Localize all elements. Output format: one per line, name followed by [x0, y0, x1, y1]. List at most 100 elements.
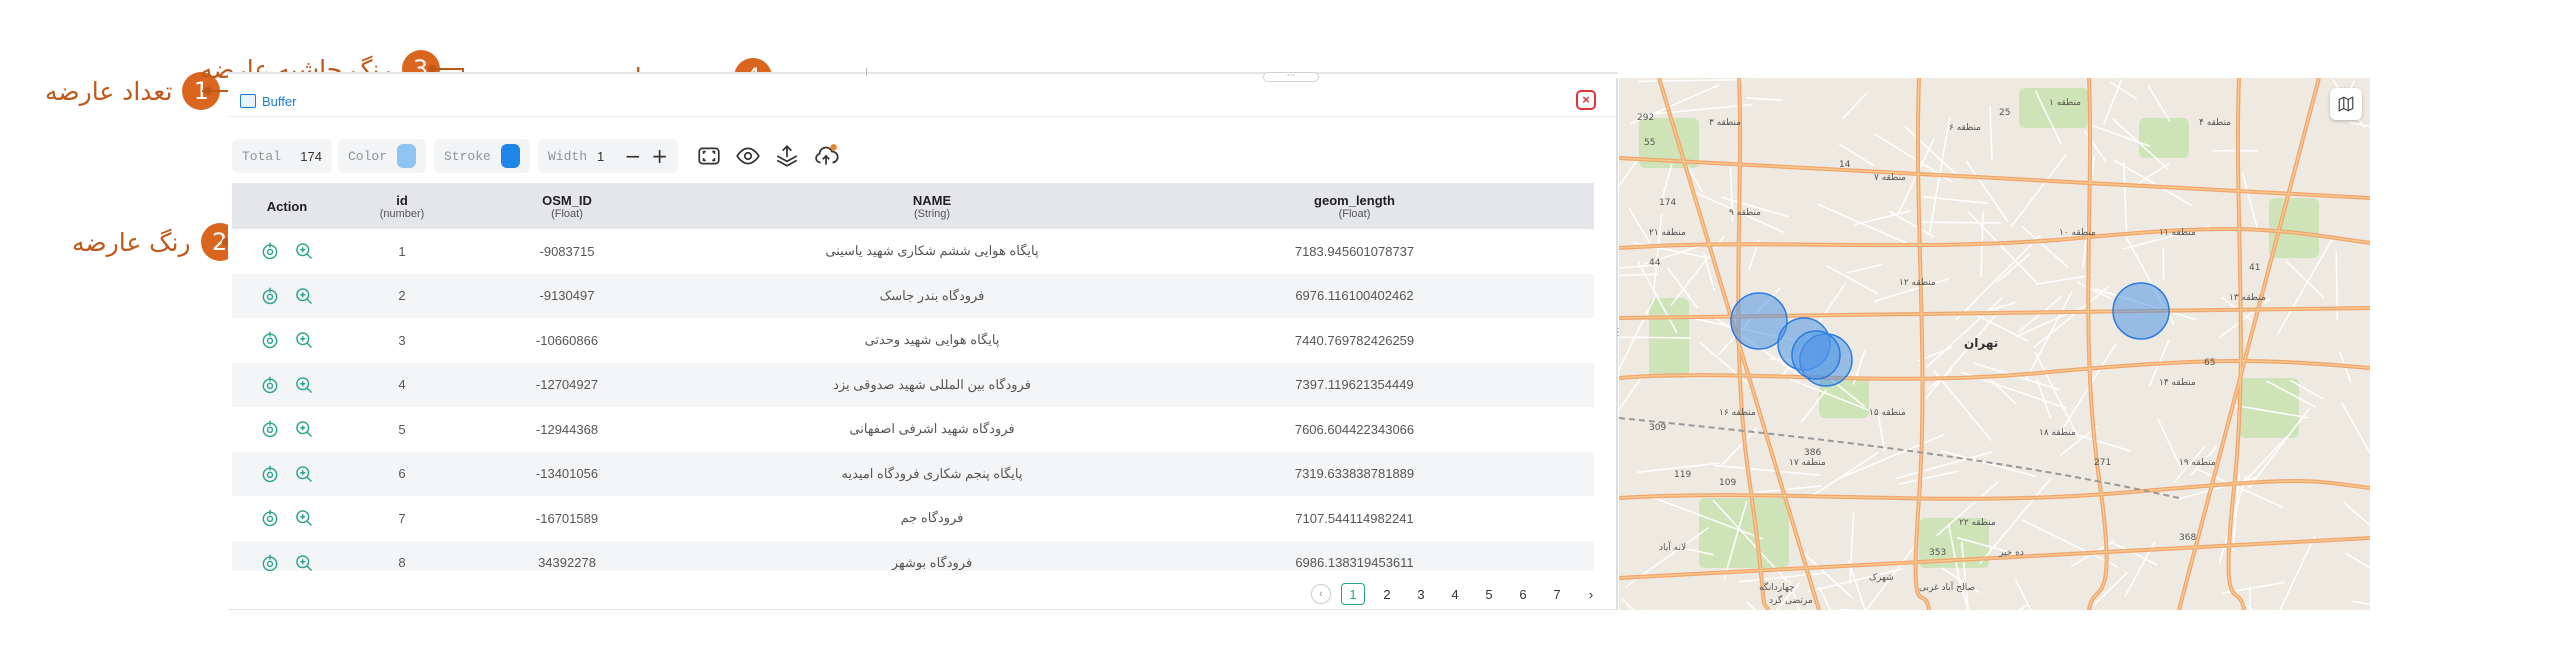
map-district-label: منطقه ۶ — [1949, 123, 1982, 133]
col-osm-type: (Float) — [551, 207, 583, 220]
pagination: ‹ 1 2 3 4 5 6 7 › — [1311, 583, 1603, 605]
table-row[interactable]: 6 -13401056 پایگاه پنجم شکاری فرودگاه امید… — [232, 451, 1594, 497]
table-row[interactable]: 7 -16701589 فرودگاه جم 7107.544114982241 400… — [232, 496, 1594, 541]
highlight-icon[interactable] — [260, 553, 280, 571]
page-button[interactable]: 3 — [1409, 583, 1433, 605]
page-button[interactable]: 1 — [1341, 583, 1365, 605]
cell-name: فرودگاه بین المللی شهید صدوقی یزد — [833, 376, 1031, 392]
zoom-to-feature-icon[interactable] — [294, 419, 314, 439]
page-button[interactable]: 7 — [1545, 583, 1569, 605]
cell-osm-id: 34392278 — [538, 555, 596, 571]
cell-geom-length: 6986.138319453611 — [1295, 555, 1414, 571]
col-header-geom-area[interactable]: geom_area(Float) — [1517, 183, 1594, 229]
visibility-eye-icon[interactable] — [733, 141, 763, 171]
next-page-button[interactable]: › — [1579, 583, 1603, 605]
cell-geom-length: 7606.604422343066 — [1294, 421, 1415, 437]
map-layers-button[interactable] — [2330, 88, 2362, 120]
map-road-number: 271 — [2094, 458, 2112, 468]
cell-osm-id: -13401056 — [535, 466, 599, 482]
cloud-upload-icon[interactable] — [811, 141, 841, 171]
map-district-label: منطقه ۱ — [2049, 98, 2082, 108]
table-row[interactable]: 1 -9083715 پایگاه هوایی ششم شکاری شهید یاس… — [232, 229, 1594, 274]
annotation-1-dot — [204, 87, 212, 95]
highlight-icon[interactable] — [260, 286, 280, 306]
width-increment-button[interactable]: + — [651, 144, 668, 168]
col-header-osm-id[interactable]: OSM_ID (Float) — [462, 183, 672, 229]
map-place-label: مرتضی گرد — [1769, 596, 1813, 606]
zoom-to-feature-icon[interactable] — [294, 286, 314, 306]
highlight-icon[interactable] — [260, 375, 280, 395]
page-button[interactable]: 6 — [1511, 583, 1535, 605]
map-district-label: منطقه ۱۲ — [1899, 278, 1936, 288]
layer-tab-icon — [240, 94, 256, 108]
page-button[interactable]: 5 — [1477, 583, 1501, 605]
col-name-type: (String) — [913, 207, 951, 220]
zoom-to-feature-icon[interactable] — [294, 464, 314, 484]
page-button[interactable]: 4 — [1443, 583, 1467, 605]
stroke-color-swatch[interactable] — [500, 144, 520, 168]
zoom-to-feature-icon[interactable] — [294, 330, 314, 350]
map-district-label: منطقه ۴ — [2199, 118, 2232, 128]
width-value[interactable]: 1 — [597, 149, 604, 164]
cell-name: فرودگاه شهید اشرفی اصفهانی — [849, 421, 1015, 437]
table-row[interactable]: 4 -12704927 فرودگاه بین المللی شهید صدوقی … — [232, 362, 1594, 407]
col-len-name: geom_length — [1314, 192, 1395, 208]
tab-buffer-label: Buffer — [262, 93, 297, 109]
map-road-number: 368 — [2179, 533, 2197, 543]
cell-geom-area: 3860239.4706570073 — [1517, 274, 1594, 319]
attribute-table: Action id (number) OSM_ID (Float) NAME (Str… — [232, 183, 1594, 571]
highlight-icon[interactable] — [260, 464, 280, 484]
zoom-to-feature-icon[interactable] — [294, 553, 314, 571]
prev-page-button[interactable]: ‹ — [1311, 584, 1331, 604]
zoom-to-feature-icon[interactable] — [294, 508, 314, 528]
width-decrement-button[interactable]: − — [624, 144, 641, 168]
table-row[interactable]: 2 -9130497 فرودگاه بندر جاسک 6976.116100402… — [232, 273, 1594, 319]
fit-extent-icon[interactable] — [694, 141, 724, 171]
panel-resize-handle[interactable]: ··· — [1263, 72, 1319, 82]
cell-geom-area: 4391609.385750669 — [1517, 318, 1594, 363]
cell-name: پایگاه هوایی ششم شکاری شهید یاسینی — [825, 243, 1039, 259]
col-osm-name: OSM_ID — [542, 192, 592, 208]
zoom-to-feature-icon[interactable] — [294, 375, 314, 395]
cell-osm-id: -9130497 — [539, 288, 595, 304]
map-district-label: منطقه ۹ — [1729, 208, 1762, 218]
table-row[interactable]: 5 -12944368 فرودگاه شهید اشرفی اصفهانی 7606… — [232, 407, 1594, 452]
col-name-name: NAME — [912, 192, 952, 208]
tab-buffer[interactable]: Buffer — [240, 88, 336, 114]
row-actions — [232, 452, 342, 497]
row-actions — [232, 274, 342, 319]
export-layers-icon[interactable] — [772, 141, 802, 171]
highlight-icon[interactable] — [260, 508, 280, 528]
highlight-icon[interactable] — [260, 419, 280, 439]
col-header-action[interactable]: Action — [232, 183, 342, 229]
table-row[interactable]: 8 34392278 فرودگاه بوشهر 6986.138319453611 3… — [232, 540, 1594, 572]
cell-geom-length: 7107.544114982241 — [1295, 510, 1414, 526]
row-actions — [232, 541, 342, 572]
map-view[interactable]: تهران منطقه ۱ منطقه ۳ منطقه ۴ منطقه ۶ منطقه ۷… — [1619, 78, 2370, 610]
table-body: 1 -9083715 پایگاه هوایی ششم شکاری شهید یاس… — [232, 229, 1594, 571]
map-road-number: 309 — [1649, 423, 1667, 433]
zoom-to-feature-icon[interactable] — [294, 241, 314, 261]
cell-geom-area: 4093675.9222704126 — [1517, 229, 1594, 274]
row-actions — [232, 229, 342, 274]
cell-geom-area: 4007064.472349672 — [1517, 496, 1594, 541]
map-district-label: منطقه ۱۶ — [1719, 408, 1756, 418]
close-panel-button[interactable]: × — [1576, 90, 1596, 110]
table-row[interactable]: 3 -10660866 پایگاه هوایی شهید وحدتی 7440.76… — [232, 318, 1594, 363]
annotation-1: تعداد عارضه 1 — [45, 72, 221, 110]
total-value: 174 — [300, 148, 322, 164]
cell-id: 4 — [398, 377, 406, 393]
cell-geom-length: 7183.945601078737 — [1294, 243, 1415, 259]
page-button[interactable]: 2 — [1375, 583, 1399, 605]
col-header-id[interactable]: id (number) — [342, 183, 462, 229]
stroke-color-group: Stroke — [434, 139, 530, 173]
highlight-icon[interactable] — [260, 241, 280, 261]
map-road-number: 14 — [1839, 160, 1851, 170]
col-header-name[interactable]: NAME (String) — [672, 183, 1192, 229]
col-header-geom-length[interactable]: geom_length (Float) — [1192, 183, 1517, 229]
map-road-number: 292 — [1637, 113, 1655, 123]
fill-color-swatch[interactable] — [397, 144, 416, 168]
map-road-number: 174 — [1659, 198, 1677, 208]
tab-divider — [228, 116, 1618, 117]
highlight-icon[interactable] — [260, 330, 280, 350]
